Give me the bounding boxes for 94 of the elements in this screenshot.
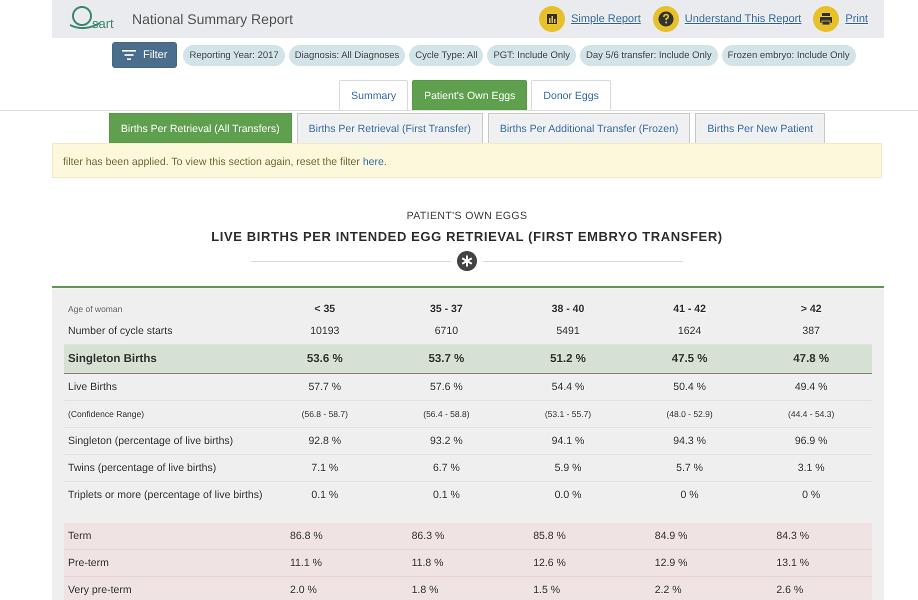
table-cell-text: 50.4 %: [672, 381, 707, 393]
row-label: Singleton (percentage of live births): [67, 435, 234, 447]
table-cell-text: 96.9 %: [794, 435, 829, 447]
table-cell-text: (48.0 - 52.9): [665, 409, 714, 419]
section-overline: PATIENT'S OWN EGGS: [406, 210, 528, 222]
row-label: Number of cycle starts: [67, 325, 174, 337]
table-cell-text: 94.3 %: [672, 435, 707, 447]
table-cell-text: 0.1 %: [432, 489, 461, 501]
filter-chip[interactable]: Reporting Year: 2017: [183, 44, 285, 66]
notice-text: filter has been applied. To view this section again, reset the filter here.: [63, 156, 387, 168]
row-label: (Confidence Range): [67, 409, 146, 419]
table-cell-text: (44.4 - 54.3): [787, 409, 836, 419]
column-header: < 35: [313, 303, 336, 315]
table-cell-text: 6710: [434, 325, 460, 337]
print-icon[interactable]: [813, 6, 840, 32]
table-cell-text: 92.8 %: [307, 435, 342, 447]
bar-chart-icon[interactable]: [539, 6, 566, 32]
subtab[interactable]: Births Per New Patient: [695, 113, 826, 143]
column-header: Age of woman: [67, 304, 124, 314]
help-icon[interactable]: [652, 6, 679, 32]
table-cell-text: 93.2 %: [429, 435, 464, 447]
table-cell-text: 1.5 %: [532, 584, 562, 596]
header-link[interactable]: Print: [845, 13, 868, 25]
row-label: Live Births: [67, 381, 118, 393]
filter-chip[interactable]: Cycle Type: All: [409, 44, 484, 66]
table-cell-text: 49.4 %: [794, 381, 829, 393]
table-cell-text: (56.4 - 58.8): [422, 409, 471, 419]
section-title: LIVE BIRTHS PER INTENDED EGG RETRIEVAL (FIRST EMBRYO TRANSFER): [211, 229, 723, 244]
filter-chip[interactable]: Diagnosis: All Diagnoses: [288, 44, 406, 66]
filter-chip[interactable]: PGT: Include Only: [487, 44, 576, 66]
table-cell-text: 12.6 %: [532, 557, 567, 569]
table-cell-text: 11.8 %: [410, 557, 445, 569]
column-header: 38 - 40: [550, 303, 586, 315]
report-title: National Summary Report: [132, 11, 294, 27]
table-cell-text: 1.8 %: [410, 584, 440, 596]
table-cell-text: 2.2 %: [654, 584, 683, 596]
table-cell-text: 6.7 %: [432, 462, 461, 474]
table-cell-text: 5.9 %: [554, 462, 582, 474]
table-cell-text: 1624: [676, 325, 702, 337]
table-cell-text: 387: [801, 325, 821, 337]
reset-filter-link[interactable]: here: [362, 156, 384, 168]
tab[interactable]: Summary: [339, 80, 408, 110]
table-cell-text: 84.3 %: [775, 530, 810, 542]
table-cell-text: 84.9 %: [654, 530, 688, 542]
table-cell-text: 0.1 %: [310, 489, 340, 501]
table-cell-text: 57.6 %: [429, 381, 464, 393]
table-cell-text: 53.7 %: [427, 353, 466, 365]
table-cell-text: (56.8 - 58.7): [300, 409, 349, 419]
table-cell-text: 54.4 %: [550, 381, 586, 393]
row-label: Singleton Births: [67, 353, 158, 365]
tab[interactable]: Donor Eggs: [531, 80, 611, 110]
filter-chip[interactable]: Frozen embryo: Include Only: [722, 44, 856, 66]
table-cell-text: 13.1 %: [775, 557, 810, 569]
column-header: 41 - 42: [672, 303, 707, 315]
table-cell-text: 10193: [309, 325, 340, 337]
table-cell-text: 86.8 %: [289, 530, 324, 542]
table-cell-text: 2.6 %: [775, 584, 804, 596]
table-cell-text: 53.6 %: [306, 353, 344, 365]
table-cell-text: 11.1 %: [289, 557, 323, 569]
header-link[interactable]: Simple Report: [571, 13, 641, 25]
table-cell-text: 47.8 %: [792, 353, 830, 365]
row-label: Triplets or more (percentage of live births): [67, 489, 264, 501]
header-link[interactable]: Understand This Report: [684, 13, 802, 25]
filter-button[interactable]: Filter: [112, 42, 178, 68]
table-cell-text: 0 %: [680, 489, 700, 501]
column-header: 35 - 37: [429, 303, 464, 315]
filter-icon: [122, 50, 136, 60]
row-label: Term: [67, 530, 92, 542]
logo-text: sart: [92, 17, 114, 31]
table-cell-text: (53.1 - 55.7): [544, 409, 592, 419]
table-cell-text: 5.7 %: [675, 462, 704, 474]
column-header: > 42: [800, 303, 823, 315]
table-cell-text: 0 %: [801, 489, 822, 501]
table-cell-text: 47.5 %: [670, 353, 708, 365]
table-cell-text: 51.2 %: [549, 353, 587, 365]
table-cell-text: 7.1 %: [310, 462, 340, 474]
table-cell-text: 2.0 %: [289, 584, 318, 596]
tab[interactable]: Patient's Own Eggs: [412, 80, 528, 110]
table-cell-text: 57.7 %: [307, 381, 342, 393]
asterisk-icon: [457, 251, 477, 271]
subtab[interactable]: Births Per Retrieval (First Transfer): [296, 113, 483, 143]
filter-chip[interactable]: Day 5/6 transfer: Include Only: [580, 44, 718, 66]
row-label: Pre-term: [67, 557, 110, 569]
table-cell-text: 5491: [555, 325, 581, 337]
row-label: Twins (percentage of live births): [67, 462, 218, 474]
subtab[interactable]: Births Per Additional Transfer (Frozen): [488, 113, 690, 143]
subtab[interactable]: Births Per Retrieval (All Transfers): [108, 113, 292, 143]
table-cell-text: 85.8 %: [532, 530, 567, 542]
row-label: Very pre-term: [67, 584, 133, 596]
table-cell-text: 12.9 %: [654, 557, 688, 569]
table-cell-text: 0.0 %: [554, 489, 582, 501]
table-cell-text: 3.1 %: [796, 462, 826, 474]
table-cell-text: 86.3 %: [410, 530, 446, 542]
table-cell-text: 94.1 %: [550, 435, 586, 447]
